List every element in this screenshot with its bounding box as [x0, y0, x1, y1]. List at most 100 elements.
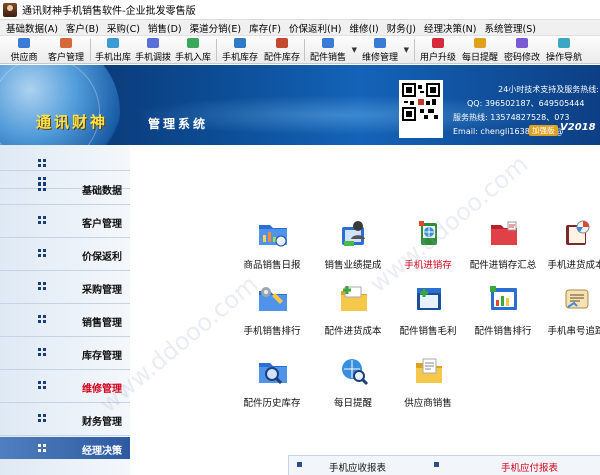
grid-dots-icon	[38, 159, 46, 167]
tile-phone-purchase-cost[interactable]: 手机进货成本	[534, 217, 600, 279]
tile-parts-purchase-cost[interactable]: 配件进货成本	[311, 283, 395, 345]
tile-daily-reminder[interactable]: 每日提醒	[311, 355, 395, 417]
chart-book-icon	[566, 220, 590, 245]
scroll-icon	[565, 289, 589, 309]
grid-dots-icon	[38, 414, 46, 422]
supplier-icon	[18, 38, 30, 48]
tile-parts-gross-profit[interactable]: 配件销售毛利	[386, 283, 470, 345]
sidebar-item-basic-data[interactable]: 基础数据	[0, 173, 130, 205]
folder-tools-icon	[259, 287, 287, 311]
grid-dots-icon	[38, 183, 46, 191]
phone-transfer-icon	[147, 38, 159, 48]
sidebar-item-purchase[interactable]: 采购管理	[0, 272, 130, 304]
menu-repair[interactable]: 维修(I)	[346, 21, 383, 35]
edition-badge: 加强版	[529, 125, 558, 136]
grid-dots-icon	[38, 282, 46, 290]
sidebar-item-finance[interactable]: 财务管理	[0, 404, 130, 436]
tile-parts-inventory-summary[interactable]: 配件进销存汇总	[461, 217, 545, 279]
menu-purchase[interactable]: 采购(C)	[103, 21, 144, 35]
repair-icon	[374, 38, 386, 48]
menu-basic-data[interactable]: 基础数据(A)	[2, 21, 62, 35]
report-shortcuts-panel: 手机应收报表 手机应付报表	[288, 455, 600, 475]
chevron-down-icon[interactable]: ▼	[352, 46, 357, 54]
tile-phone-sales-ranking[interactable]: 手机销售排行	[230, 283, 314, 345]
toolbar-supplier-button[interactable]: 供应商	[6, 37, 42, 63]
toolbar-separator	[90, 39, 91, 61]
folder-plus-icon	[341, 286, 367, 311]
toolbar-parts-sales-button[interactable]: 配件销售 ▼	[308, 37, 357, 63]
globe-graphic	[0, 65, 120, 145]
title-bar: 通讯财神手机销售软件-企业批发零售版	[0, 0, 600, 20]
grid-dots-icon	[38, 216, 46, 224]
toolbar-separator	[304, 39, 305, 61]
toolbar-phone-transfer-button[interactable]: 手机调拨	[134, 37, 172, 63]
toolbar-password-button[interactable]: 密码修改	[502, 37, 542, 63]
navigation-icon	[558, 38, 570, 48]
header-banner: 通讯财神 管理系统 24小时技术支持及服务热线: QQ: 396502187、6…	[0, 65, 600, 145]
square-bullet-icon	[297, 462, 302, 467]
edition-version: V2018	[560, 122, 596, 133]
phone-in-icon	[187, 38, 199, 48]
tile-parts-history-stock[interactable]: 配件历史库存	[230, 355, 314, 417]
red-folder-icon	[491, 221, 517, 245]
sidebar-item-sales[interactable]: 销售管理	[0, 305, 130, 337]
toolbar-phone-stock-button[interactable]: 手机库存	[220, 37, 260, 63]
qr-code-icon	[402, 83, 440, 121]
phone-receivable-report-link[interactable]: 手机应收报表	[329, 460, 386, 474]
toolbar-repair-button[interactable]: 维修管理 ▼	[360, 37, 409, 63]
toolbar-upgrade-button[interactable]: 用户升级	[418, 37, 458, 63]
brand-title: 通讯财神	[36, 113, 109, 131]
menu-finance[interactable]: 财务(J)	[383, 21, 420, 35]
key-icon	[516, 38, 528, 48]
tile-parts-sales-ranking[interactable]: 配件销售排行	[461, 283, 545, 345]
toolbar-phone-in-button[interactable]: 手机入库	[174, 37, 212, 63]
sidebar-item-price-rebate[interactable]: 价保返利	[0, 239, 130, 271]
menu-inventory[interactable]: 库存(F)	[245, 21, 285, 35]
toolbar-parts-stock-button[interactable]: 配件库存	[262, 37, 302, 63]
chevron-down-icon[interactable]: ▼	[404, 46, 409, 54]
sidebar-item-blank-1[interactable]	[0, 155, 130, 171]
upgrade-icon	[432, 38, 444, 48]
phone-out-icon	[107, 38, 119, 48]
tile-phone-inventory[interactable]: 手机进销存	[386, 217, 470, 279]
sidebar: 基础数据 客户管理 价保返利 采购管理 销售管理 库存管理 维修管理 财务管理 …	[0, 145, 130, 475]
menu-customer[interactable]: 客户(B)	[62, 21, 103, 35]
globe-search-icon	[342, 359, 369, 386]
toolbar-reminder-button[interactable]: 每日提醒	[460, 37, 500, 63]
menu-manager-decision[interactable]: 经理决策(N)	[420, 21, 481, 35]
tile-supplier-sales[interactable]: 供应商销售	[386, 355, 470, 417]
toolbar-navigation-button[interactable]: 操作导航	[544, 37, 584, 63]
toolbar: 供应商 客户管理 手机出库 手机调拨 手机入库 手机库存 配件库存 配件销售 ▼…	[0, 36, 600, 64]
square-bullet-icon	[434, 462, 439, 467]
tile-daily-sales-report[interactable]: 商品销售日报	[230, 217, 314, 279]
sidebar-item-repair[interactable]: 维修管理	[0, 371, 130, 403]
customer-icon	[60, 38, 72, 48]
menu-channel-distribution[interactable]: 渠道分销(E)	[186, 21, 245, 35]
brand-subtitle: 管理系统	[148, 117, 209, 131]
phone-payable-report-link[interactable]: 手机应付报表	[501, 460, 558, 474]
tile-sales-commission[interactable]: 销售业绩提成	[311, 217, 395, 279]
toolbar-customer-button[interactable]: 客户管理	[46, 37, 86, 63]
toolbar-phone-out-button[interactable]: 手机出库	[94, 37, 132, 63]
grid-dots-icon	[38, 444, 46, 452]
folder-search-icon	[259, 363, 287, 385]
bell-icon	[474, 38, 486, 48]
tile-imei-tracking[interactable]: 手机串号追踪	[534, 283, 600, 345]
grid-dots-icon	[38, 381, 46, 389]
folder-chart-icon	[259, 225, 287, 247]
person-cash-icon	[342, 221, 365, 246]
sidebar-item-customer[interactable]: 客户管理	[0, 206, 130, 238]
qr-code	[399, 80, 443, 138]
menu-system-management[interactable]: 系统管理(S)	[480, 21, 539, 35]
menu-price-rebate[interactable]: 价保返利(H)	[285, 21, 346, 35]
grid-dots-icon	[38, 249, 46, 257]
chart-window-icon	[490, 286, 517, 310]
sidebar-item-manager-decision[interactable]: 经理决策	[0, 437, 130, 459]
app-logo-icon	[3, 2, 17, 17]
parts-stock-icon	[276, 38, 288, 48]
menu-sales[interactable]: 销售(D)	[144, 21, 186, 35]
grid-dots-icon	[38, 315, 46, 323]
menu-bar: 基础数据(A) 客户(B) 采购(C) 销售(D) 渠道分销(E) 库存(F) …	[0, 20, 600, 36]
sidebar-item-inventory[interactable]: 库存管理	[0, 338, 130, 370]
toolbar-separator	[414, 39, 415, 61]
